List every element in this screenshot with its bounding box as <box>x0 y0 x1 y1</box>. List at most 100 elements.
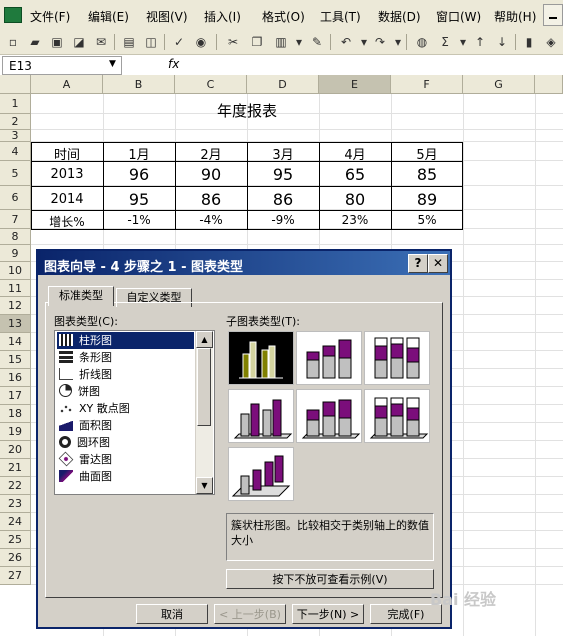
list-item-doughnut[interactable]: 圆环图 <box>57 434 194 451</box>
cell-d5[interactable]: 86 <box>247 190 319 209</box>
row-header[interactable]: 21 <box>0 459 31 477</box>
format-painter-icon[interactable]: ✎ <box>309 34 325 50</box>
column-header-selected[interactable]: E <box>319 75 391 94</box>
autosum-icon[interactable]: Σ <box>437 34 453 50</box>
undo-dropdown-icon[interactable]: ▾ <box>356 34 372 50</box>
cell-f5[interactable]: 89 <box>391 190 463 209</box>
row-header[interactable]: 12 <box>0 297 31 315</box>
permission-icon[interactable]: ◪ <box>71 34 87 50</box>
drawing-icon[interactable]: ◈ <box>543 34 559 50</box>
chart-type-list[interactable]: 柱形图 条形图 折线图 饼图 XY 散点图 面积图 圆环图 雷达图 曲面图 ▲ … <box>54 330 215 495</box>
list-item-line[interactable]: 折线图 <box>57 366 194 383</box>
menu-help[interactable]: 帮助(H) <box>494 8 536 25</box>
cell-c4[interactable]: 90 <box>175 165 247 184</box>
row-header[interactable]: 4 <box>0 142 31 161</box>
menu-data[interactable]: 数据(D) <box>378 8 421 25</box>
row-header[interactable]: 26 <box>0 549 31 567</box>
list-item-pie[interactable]: 饼图 <box>57 383 194 400</box>
paste-icon[interactable]: ▥ <box>273 34 289 50</box>
column-header[interactable]: C <box>175 75 247 94</box>
cell-c3[interactable]: 2月 <box>175 144 247 163</box>
subtype-clustered-column[interactable] <box>228 331 294 385</box>
cut-icon[interactable]: ✂ <box>225 34 241 50</box>
row-header[interactable]: 25 <box>0 531 31 549</box>
autosum-dropdown-icon[interactable]: ▾ <box>455 34 471 50</box>
cancel-button[interactable]: 取消 <box>136 604 208 624</box>
row-header-selected[interactable]: 13 <box>0 315 31 333</box>
tab-standard-types[interactable]: 标准类型 <box>48 286 114 306</box>
menu-file[interactable]: 文件(F) <box>30 8 70 25</box>
row-header[interactable]: 3 <box>0 130 31 142</box>
row-header[interactable]: 15 <box>0 351 31 369</box>
subtype-3d-column[interactable] <box>228 447 294 501</box>
row-header[interactable]: 1 <box>0 94 31 114</box>
back-button[interactable]: < 上一步(B) <box>214 604 286 624</box>
row-header[interactable]: 14 <box>0 333 31 351</box>
cell-b5[interactable]: 95 <box>103 190 175 209</box>
report-title[interactable]: 年度报表 <box>175 100 319 121</box>
row-header[interactable]: 7 <box>0 210 31 229</box>
row-header[interactable]: 27 <box>0 567 31 585</box>
press-and-hold-preview-button[interactable]: 按下不放可查看示例(V) <box>226 569 434 589</box>
row-header[interactable]: 5 <box>0 161 31 186</box>
cell-f6[interactable]: 5% <box>391 213 463 227</box>
list-item-surface[interactable]: 曲面图 <box>57 468 194 485</box>
scroll-down-icon[interactable]: ▼ <box>196 477 213 494</box>
cell-a4[interactable]: 2013 <box>31 167 103 182</box>
row-header[interactable]: 9 <box>0 245 31 262</box>
insert-function-icon[interactable]: fx <box>168 57 179 71</box>
help-button[interactable]: ? <box>408 254 428 273</box>
paste-dropdown-icon[interactable]: ▾ <box>291 34 307 50</box>
select-all-corner[interactable] <box>0 75 31 94</box>
row-header[interactable]: 6 <box>0 186 31 210</box>
menu-format[interactable]: 格式(O) <box>262 8 305 25</box>
scroll-thumb[interactable] <box>197 348 211 426</box>
email-icon[interactable]: ✉ <box>93 34 109 50</box>
row-header[interactable]: 18 <box>0 405 31 423</box>
menu-window[interactable]: 窗口(W) <box>436 8 481 25</box>
cell-a5[interactable]: 2014 <box>31 192 103 207</box>
chart-wizard-icon[interactable]: ▮ <box>521 34 537 50</box>
column-header[interactable]: F <box>391 75 463 94</box>
cell-b4[interactable]: 96 <box>103 165 175 184</box>
menu-view[interactable]: 视图(V) <box>146 8 188 25</box>
subtype-stacked-column[interactable] <box>296 331 362 385</box>
row-header[interactable]: 19 <box>0 423 31 441</box>
row-header[interactable]: 17 <box>0 387 31 405</box>
row-header[interactable]: 20 <box>0 441 31 459</box>
list-item-bar[interactable]: 条形图 <box>57 349 194 366</box>
cell-a3[interactable]: 时间 <box>31 144 103 163</box>
cell-f4[interactable]: 85 <box>391 165 463 184</box>
row-header[interactable]: 16 <box>0 369 31 387</box>
scroll-up-icon[interactable]: ▲ <box>196 331 213 348</box>
cell-d6[interactable]: -9% <box>247 213 319 227</box>
list-item-scatter[interactable]: XY 散点图 <box>57 400 194 417</box>
open-icon[interactable]: ▰ <box>27 34 43 50</box>
column-header[interactable]: D <box>247 75 319 94</box>
menu-tools[interactable]: 工具(T) <box>320 8 361 25</box>
cell-f3[interactable]: 5月 <box>391 144 463 163</box>
column-header[interactable]: B <box>103 75 175 94</box>
row-header[interactable]: 8 <box>0 229 31 245</box>
close-button[interactable]: ✕ <box>428 254 448 273</box>
subtype-3d-clustered-column[interactable] <box>228 389 294 443</box>
subtype-100-stacked-column[interactable] <box>364 331 430 385</box>
subtype-3d-100-stacked-column[interactable] <box>364 389 430 443</box>
minimize-button[interactable] <box>543 4 563 26</box>
spelling-icon[interactable]: ✓ <box>171 34 187 50</box>
save-icon[interactable]: ▣ <box>49 34 65 50</box>
cell-c6[interactable]: -4% <box>175 213 247 227</box>
name-box[interactable]: E13 ▼ <box>2 56 122 75</box>
cell-b6[interactable]: -1% <box>103 213 175 227</box>
new-icon[interactable]: ▫ <box>5 34 21 50</box>
column-header[interactable] <box>535 75 563 94</box>
row-header[interactable]: 23 <box>0 495 31 513</box>
print-preview-icon[interactable]: ◫ <box>143 34 159 50</box>
row-header[interactable]: 2 <box>0 114 31 130</box>
subtype-3d-stacked-column[interactable] <box>296 389 362 443</box>
cell-b3[interactable]: 1月 <box>103 144 175 163</box>
cell-e5[interactable]: 80 <box>319 190 391 209</box>
list-scrollbar[interactable]: ▲ ▼ <box>195 331 213 494</box>
redo-icon[interactable]: ↷ <box>372 34 388 50</box>
chevron-down-icon[interactable]: ▼ <box>109 59 116 69</box>
